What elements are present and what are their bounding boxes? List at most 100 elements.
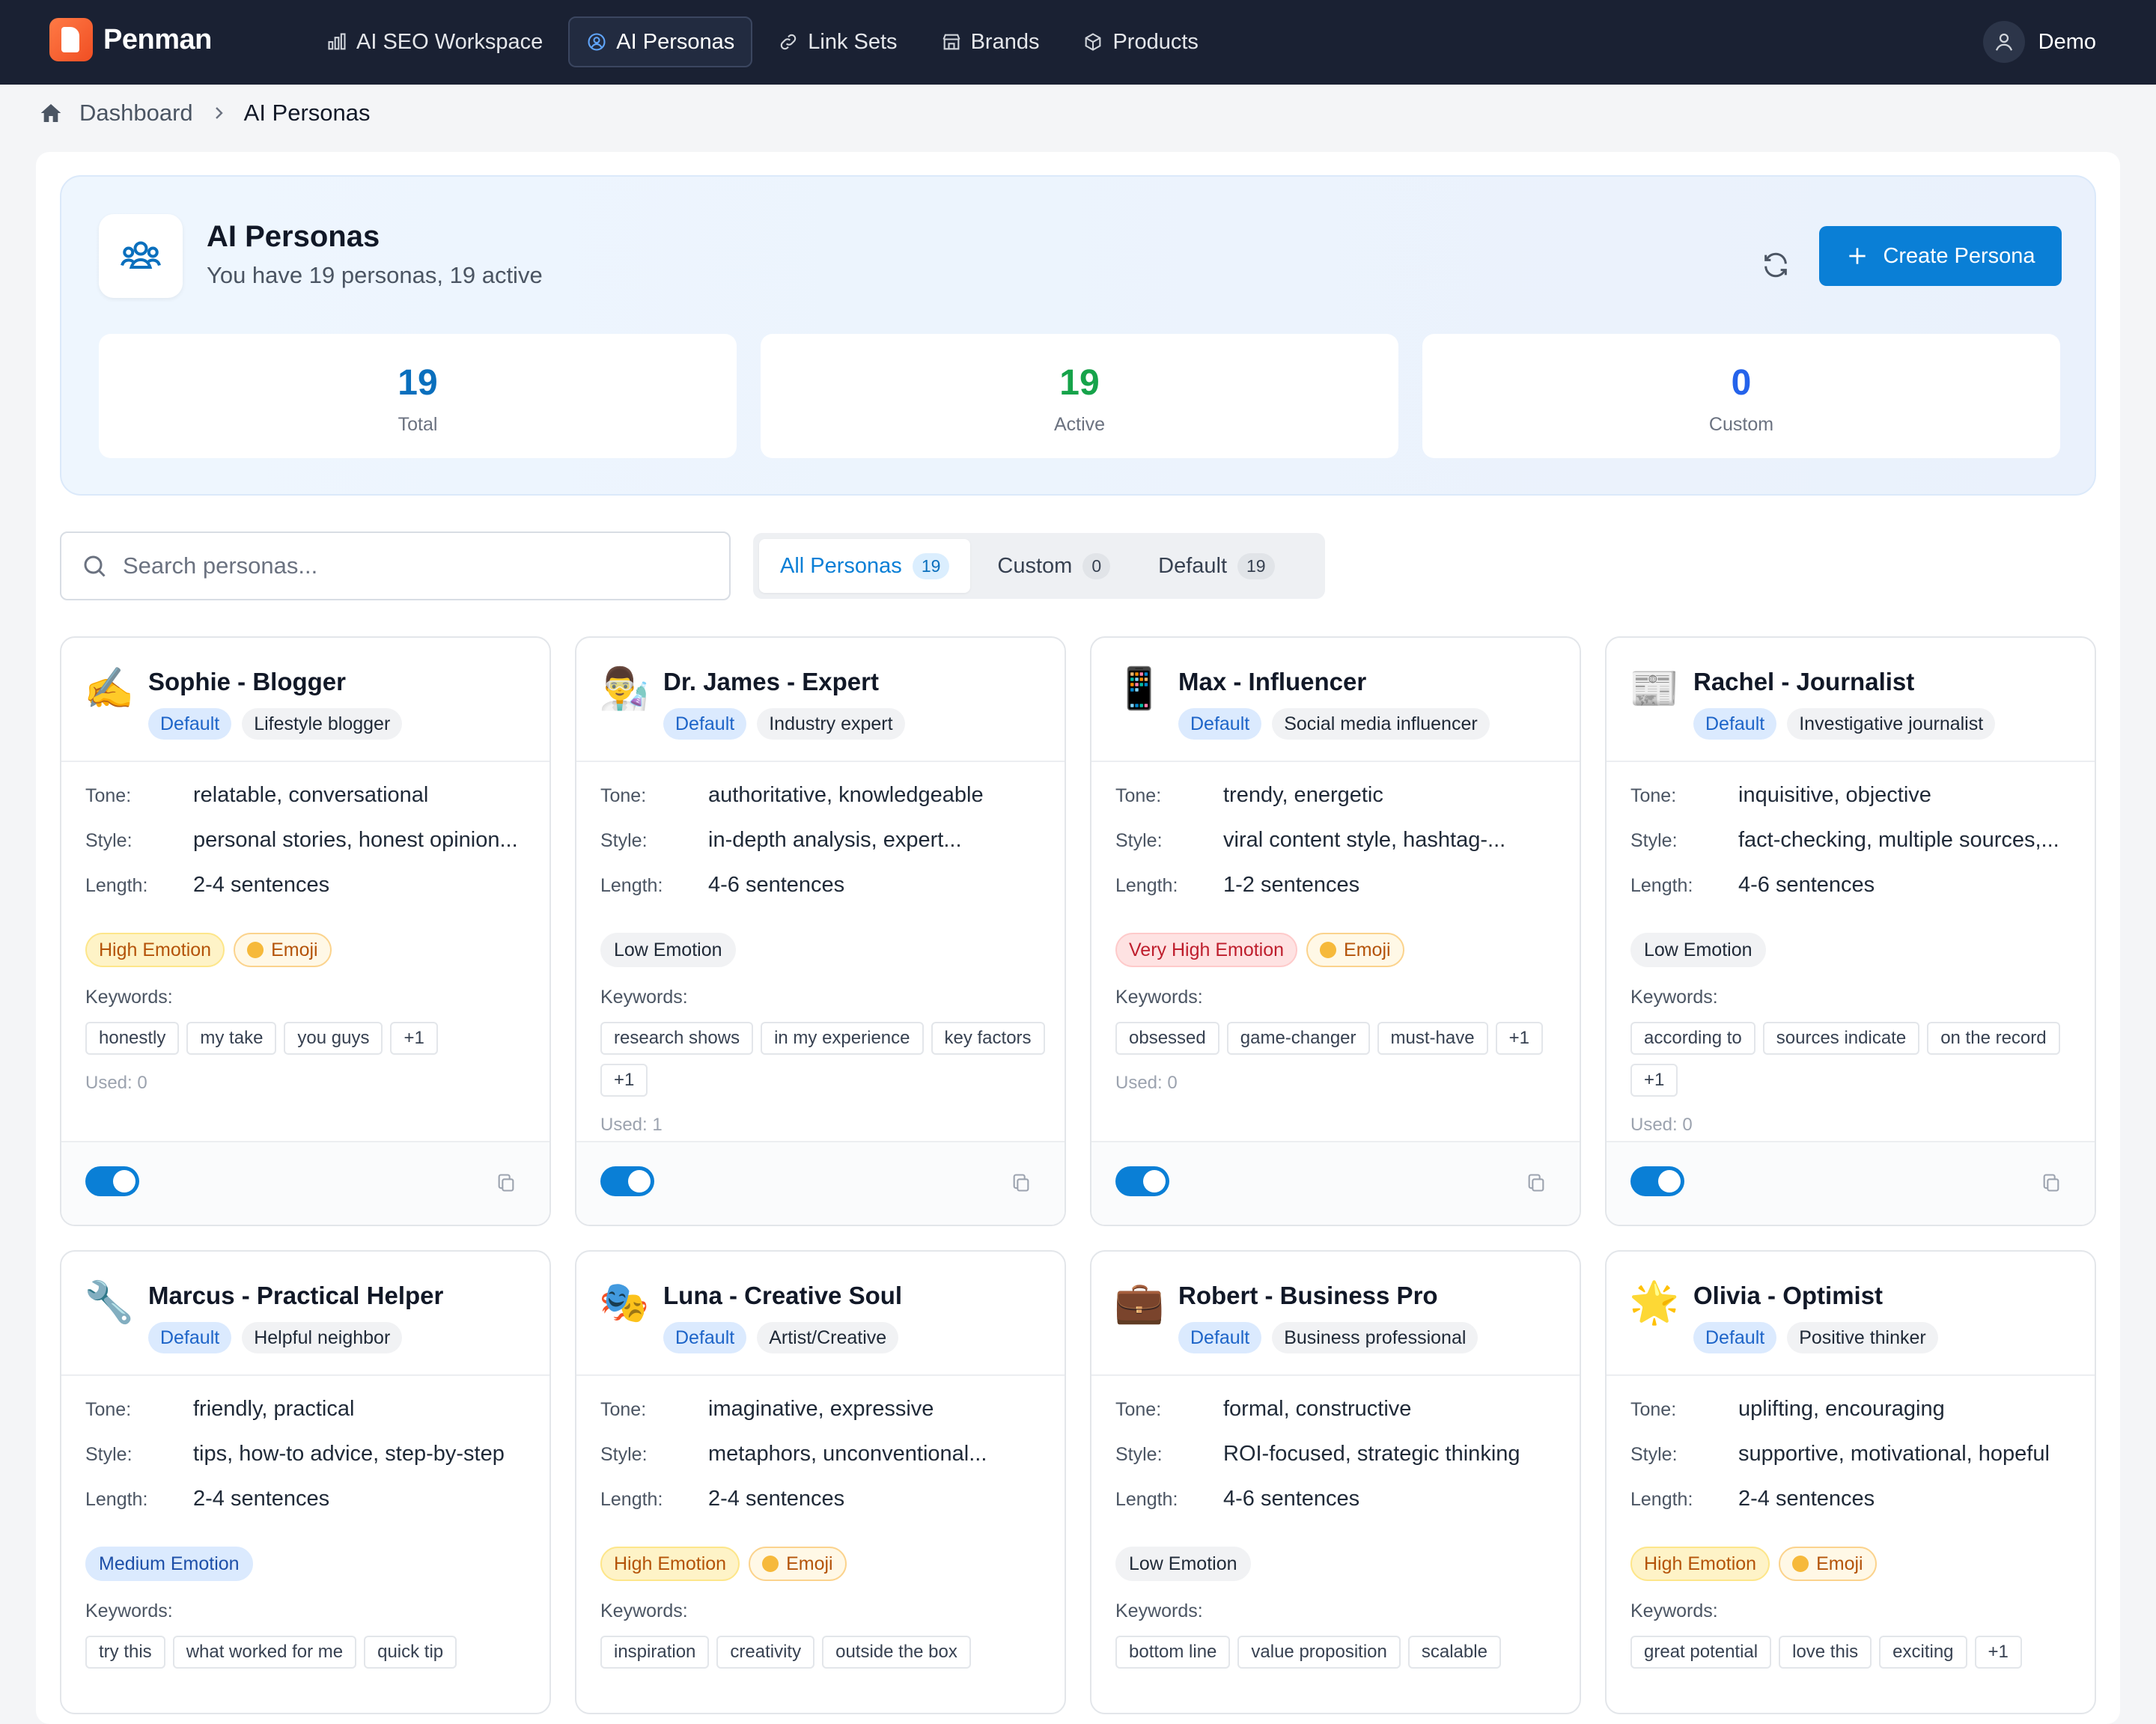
active-toggle[interactable] [1630, 1166, 1684, 1196]
tone-value: imaginative, expressive [708, 1397, 934, 1421]
keyword-tag: what worked for me [172, 1636, 357, 1669]
keyword-tag: scalable [1407, 1636, 1501, 1669]
persona-badges: Default Artist/Creative [663, 1322, 899, 1353]
length-value: 2-4 sentences [708, 1487, 845, 1511]
persona-card[interactable]: 📱 Max - Influencer Default Social media … [1090, 636, 1581, 1226]
refresh-button[interactable] [1755, 244, 1797, 286]
keyword-list: research shows in my experience key factor… [600, 1022, 1050, 1097]
usage-count: Used: 0 [1630, 1115, 1693, 1135]
persona-badges: Default Business professional [1178, 1322, 1479, 1353]
style-label: Style: [85, 1444, 133, 1465]
emotion-pills: Low Emotion [1630, 933, 2071, 967]
length-row: Length: 4-6 sentences [600, 873, 1041, 918]
length-label: Length: [85, 1489, 148, 1510]
role-badge: Business professional [1272, 1322, 1479, 1353]
card-body: Tone: formal, constructive Style: ROI-focu… [1091, 1376, 1580, 1669]
tone-label: Tone: [1115, 785, 1162, 806]
card-body: Tone: trendy, energetic Style: viral conte… [1091, 762, 1580, 1094]
length-row: Length: 4-6 sentences [1115, 1487, 1556, 1532]
app-logo[interactable]: Penman [49, 18, 212, 61]
nav-item-ai-seo-workspace[interactable]: AI SEO Workspace [308, 16, 561, 67]
copy-icon[interactable] [2041, 1172, 2062, 1193]
keyword-list: according to sources indicate on the recor… [1630, 1022, 2080, 1097]
copy-icon[interactable] [1526, 1172, 1547, 1193]
default-badge: Default [148, 708, 232, 740]
tab-default[interactable]: Default 19 [1137, 539, 1295, 593]
emoji-badge-label: Emoji [786, 1553, 833, 1574]
keyword-list: bottom line value proposition scalable [1115, 1636, 1565, 1669]
default-badge: Default [1178, 708, 1262, 740]
role-badge: Investigative journalist [1787, 708, 1996, 740]
keywords-label: Keywords: [1115, 987, 1203, 1008]
tab-all-personas[interactable]: All Personas 19 [759, 539, 971, 593]
tone-row: Tone: inquisitive, objective [1630, 783, 2071, 828]
home-icon [40, 104, 61, 122]
emoji-badge-label: Emoji [271, 939, 318, 960]
nav-item-label: Brands [970, 29, 1040, 54]
emotion-badge: Medium Emotion [85, 1547, 253, 1581]
active-toggle[interactable] [85, 1166, 139, 1196]
app-name: Penman [103, 23, 212, 55]
tone-label: Tone: [1115, 1399, 1162, 1420]
tab-count: 0 [1082, 552, 1111, 579]
nav-item-products[interactable]: Products [1065, 16, 1216, 67]
role-badge: Lifestyle blogger [242, 708, 403, 740]
persona-emoji-icon: 🔧 [84, 1280, 135, 1325]
personas-header: AI Personas You have 19 personas, 19 act… [60, 175, 2096, 496]
persona-emoji-icon: ✍️ [84, 666, 135, 711]
breadcrumb-home[interactable]: Dashboard [79, 100, 193, 127]
keyword-tag: quick tip [364, 1636, 457, 1669]
emotion-pills: Low Emotion [600, 933, 1041, 967]
nav-item-link-sets[interactable]: Link Sets [760, 16, 915, 67]
tone-row: Tone: trendy, energetic [1115, 783, 1556, 828]
active-toggle[interactable] [1115, 1166, 1169, 1196]
persona-card[interactable]: 🌟 Olivia - Optimist Default Positive thi… [1605, 1250, 2096, 1714]
style-row: Style: viral content style, hashtag-... [1115, 828, 1556, 873]
persona-card[interactable]: 📰 Rachel - Journalist Default Investigat… [1605, 636, 2096, 1226]
style-label: Style: [1630, 830, 1678, 851]
length-label: Length: [1115, 875, 1178, 896]
emoji-badge: Emoji [1306, 933, 1404, 967]
tone-value: relatable, conversational [193, 783, 429, 807]
emoji-badge: Emoji [234, 933, 332, 967]
copy-icon[interactable] [496, 1172, 517, 1193]
emotion-badge: Low Emotion [1630, 933, 1766, 967]
persona-card[interactable]: 🔧 Marcus - Practical Helper Default Help… [60, 1250, 551, 1714]
usage-count: Used: 0 [85, 1073, 147, 1093]
keyword-list: great potential love this exciting +1 [1630, 1636, 2080, 1669]
smiley-icon [247, 942, 264, 958]
search-input[interactable] [123, 552, 707, 579]
persona-card[interactable]: 👨‍🔬 Dr. James - Expert Default Industry … [575, 636, 1066, 1226]
tab-custom[interactable]: Custom 0 [976, 539, 1131, 593]
style-row: Style: fact-checking, multiple sources,..… [1630, 828, 2071, 873]
tone-label: Tone: [1630, 1399, 1677, 1420]
nav-item-ai-personas[interactable]: AI Personas [568, 16, 753, 67]
emoji-badge: Emoji [749, 1547, 847, 1581]
style-value: in-depth analysis, expert... [708, 828, 962, 852]
active-toggle[interactable] [600, 1166, 654, 1196]
emotion-pills: Low Emotion [1115, 1547, 1556, 1581]
breadcrumb: Dashboard AI Personas [39, 100, 371, 127]
copy-icon[interactable] [1011, 1172, 1032, 1193]
length-row: Length: 1-2 sentences [1115, 873, 1556, 918]
keyword-tag: you guys [284, 1022, 383, 1055]
persona-card[interactable]: 🎭 Luna - Creative Soul Default Artist/Cr… [575, 1250, 1066, 1714]
stat-label: Active [1053, 414, 1106, 435]
card-header: 💼 Robert - Business Pro Default Business… [1091, 1252, 1580, 1376]
default-badge: Default [663, 1322, 747, 1353]
create-persona-button[interactable]: Create Persona [1819, 226, 2062, 286]
search-box [60, 531, 731, 600]
keywords-label: Keywords: [1115, 1600, 1203, 1621]
persona-badges: Default Positive thinker [1693, 1322, 1938, 1353]
persona-card[interactable]: ✍️ Sophie - Blogger Default Lifestyle bl… [60, 636, 551, 1226]
length-label: Length: [85, 875, 148, 896]
card-header: ✍️ Sophie - Blogger Default Lifestyle bl… [61, 638, 549, 762]
emoji-badge: Emoji [1779, 1547, 1877, 1581]
nav-item-brands[interactable]: Brands [923, 16, 1058, 67]
stat-label: Total [398, 414, 438, 435]
tone-row: Tone: imaginative, expressive [600, 1397, 1041, 1442]
keyword-tag: honestly [85, 1022, 180, 1055]
default-badge: Default [1693, 708, 1777, 740]
user-menu[interactable]: Demo [1982, 21, 2096, 63]
persona-card[interactable]: 💼 Robert - Business Pro Default Business… [1090, 1250, 1581, 1714]
